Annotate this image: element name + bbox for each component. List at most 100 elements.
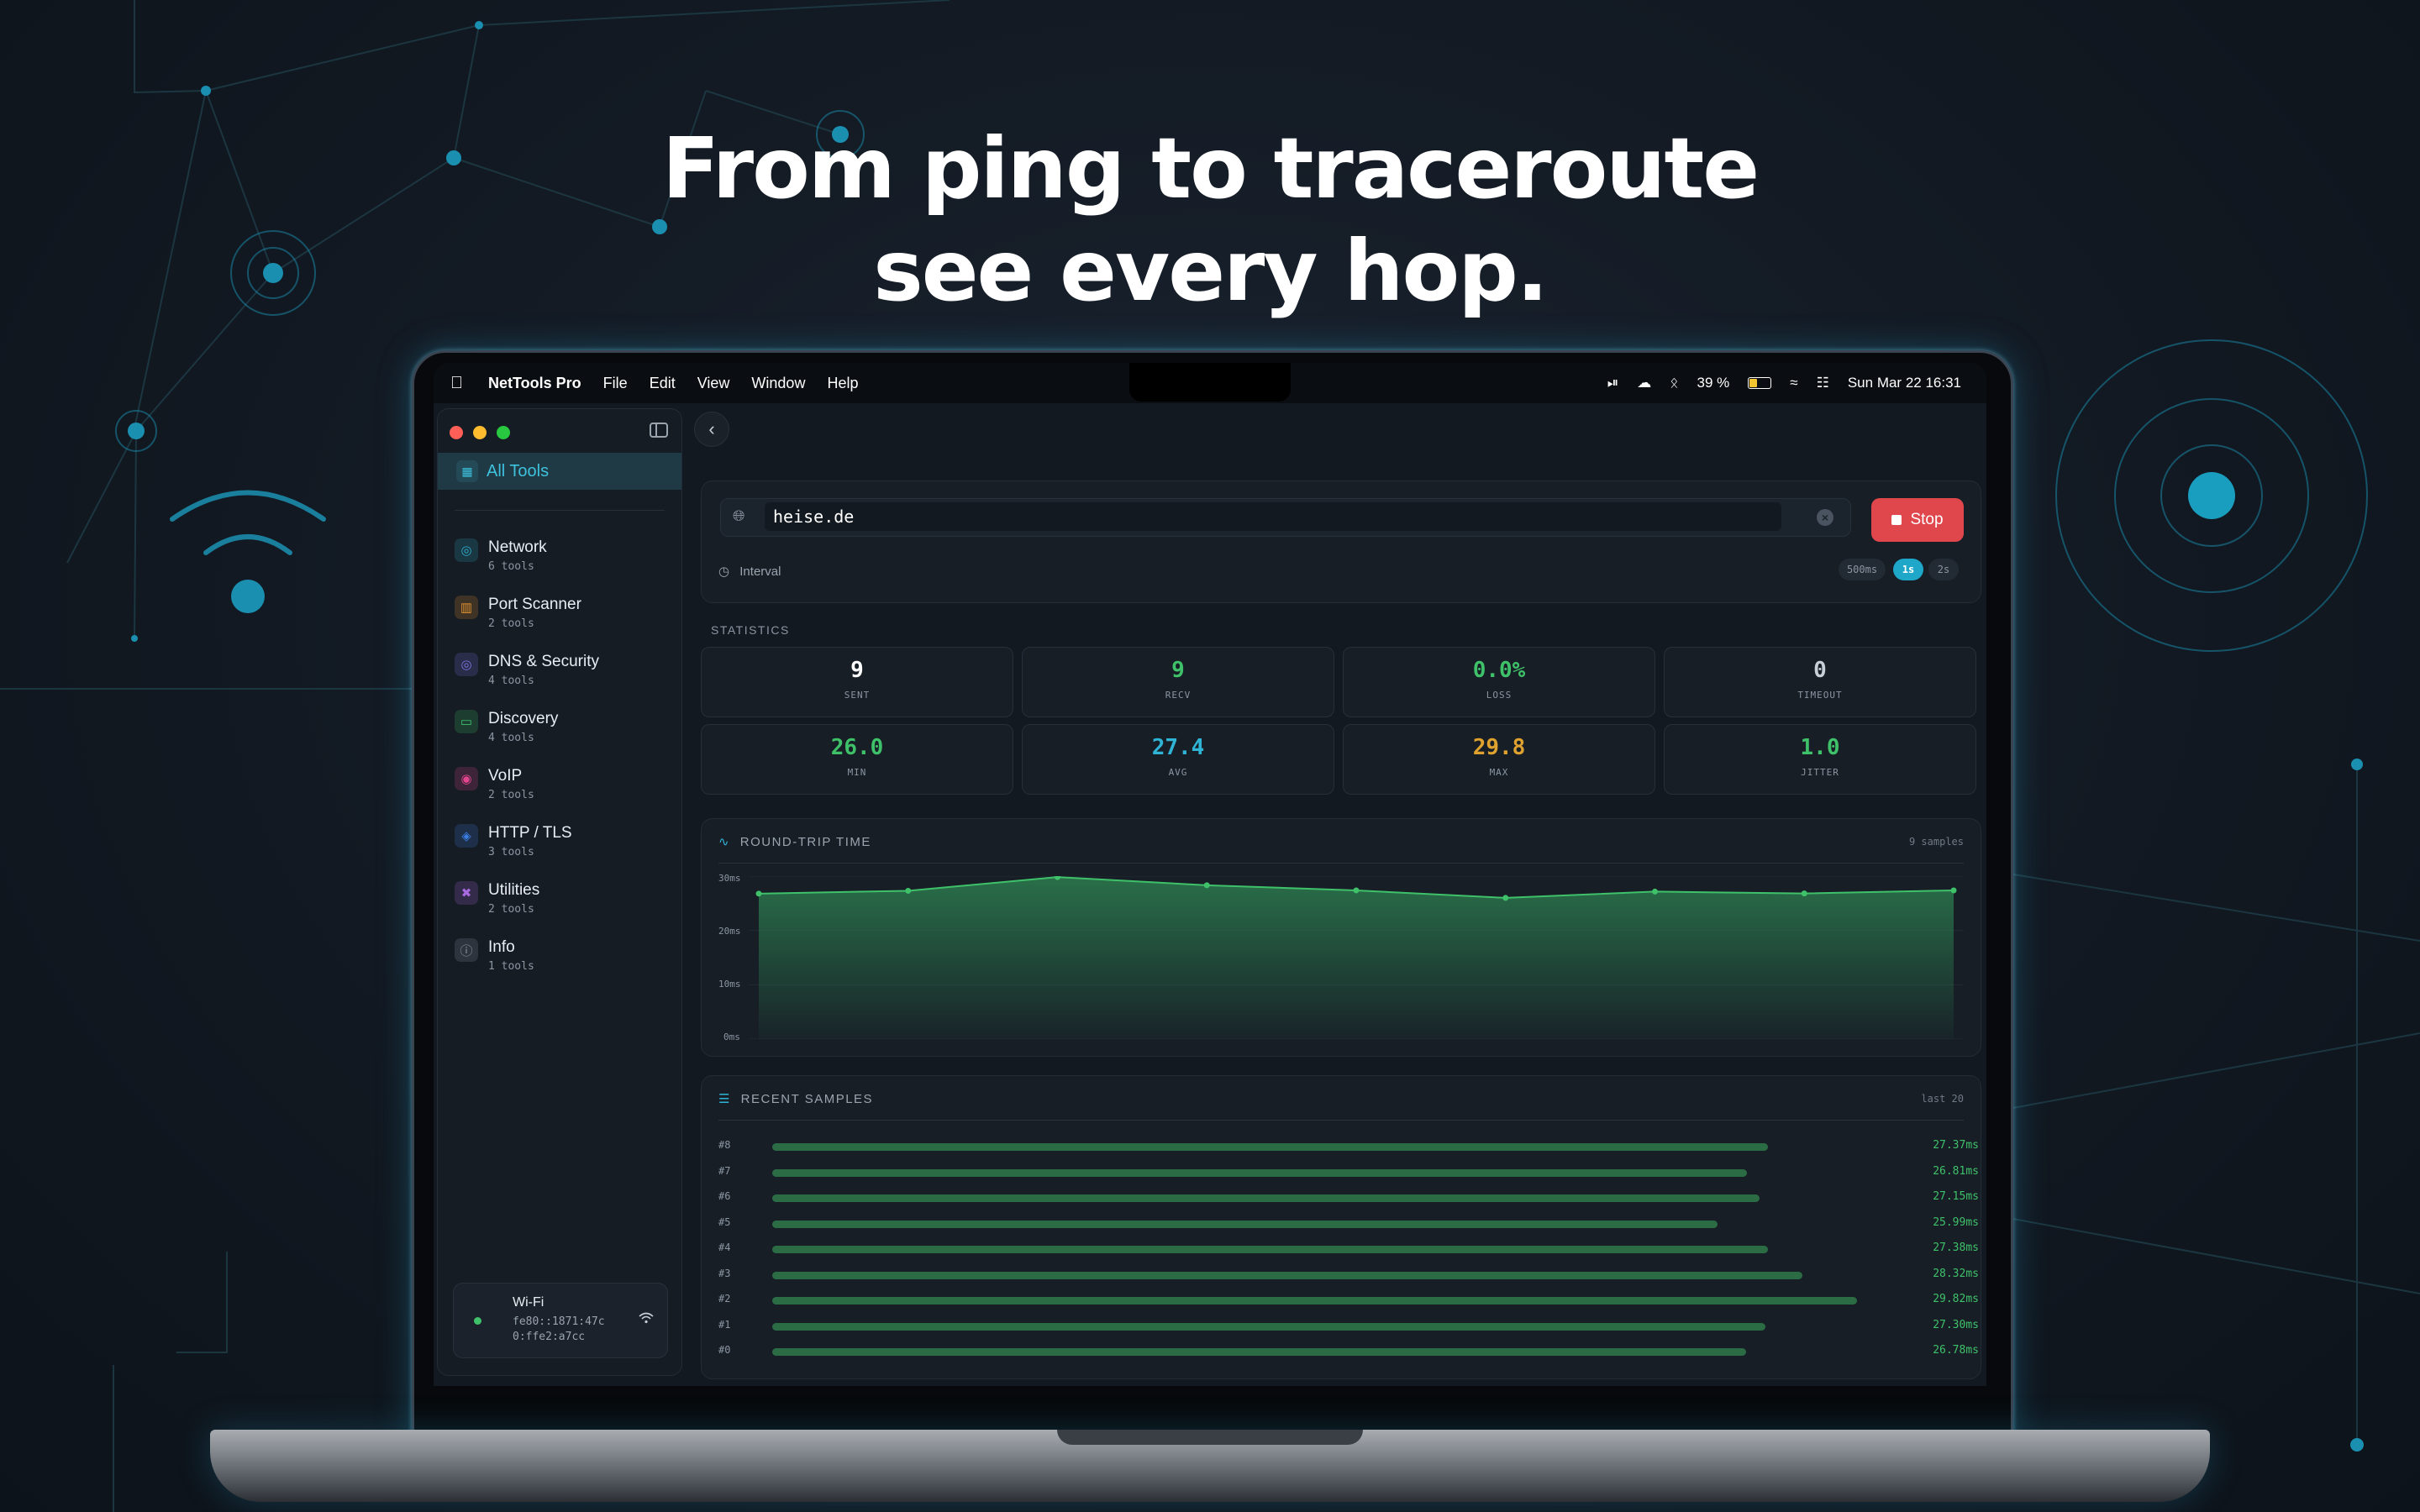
menu-edit[interactable]: Edit	[650, 375, 676, 392]
sidebar-item-utilities[interactable]: ✖ Utilities 2 tools	[455, 878, 665, 925]
sample-latency: 26.81ms	[1933, 1164, 1979, 1178]
host-input[interactable]: heise.de	[765, 502, 1781, 531]
stat-value: 9	[850, 658, 864, 683]
sample-bar	[772, 1168, 1748, 1177]
sidebar-item-all-tools[interactable]: ▦ All Tools	[438, 453, 681, 490]
stat-value: 1.0	[1800, 735, 1840, 760]
wifi-icon	[639, 1312, 654, 1328]
rtt-point	[1353, 887, 1360, 894]
y-tick-20: 20ms	[718, 926, 741, 937]
control-center-icon[interactable]: ☷	[1817, 375, 1829, 391]
sample-bar-track	[772, 1220, 1881, 1228]
stat-card-loss: 0.0% LOSS	[1343, 647, 1655, 717]
menu-help[interactable]: Help	[827, 375, 858, 392]
recent-samples-panel: ☰ RECENT SAMPLES last 20 #8 27.37ms #7 26.8…	[701, 1075, 1981, 1379]
sample-index: #0	[718, 1344, 731, 1356]
sidebar-toggle-icon[interactable]	[650, 423, 668, 438]
shield-icon: ◈	[455, 824, 478, 848]
battery-percent[interactable]: 39 %	[1697, 375, 1730, 391]
menu-view[interactable]: View	[697, 375, 730, 392]
wifi-status-card[interactable]: Wi-Fi fe80::1871:47c 0:ffe2:a7cc	[453, 1283, 668, 1358]
rtt-sample-count: 9 samples	[1908, 836, 1964, 848]
sidebar-item-info[interactable]: ⓘ Info 1 tools	[455, 935, 665, 982]
sidebar-item-discovery[interactable]: ▭ Discovery 4 tools	[455, 706, 665, 753]
y-tick-0: 0ms	[723, 1032, 740, 1042]
sidebar-item-port-scanner[interactable]: ▥ Port Scanner 2 tools	[455, 592, 665, 639]
monitor-icon: ▭	[455, 710, 478, 733]
rtt-chart	[749, 876, 1964, 1039]
screen-record-icon[interactable]: ⏯	[1607, 375, 1619, 391]
sample-bar-track	[772, 1322, 1881, 1331]
sample-latency: 27.38ms	[1933, 1242, 1979, 1254]
bluetooth-icon[interactable]: ᛟ	[1670, 375, 1678, 391]
sidebar-item-voip[interactable]: ◉ VoIP 2 tools	[455, 764, 665, 811]
interval-row: ◷ Interval	[718, 564, 781, 579]
stat-card-sent: 9 SENT	[701, 647, 1013, 717]
stop-button-label: Stop	[1910, 511, 1944, 528]
battery-icon[interactable]	[1748, 377, 1772, 389]
sample-latency: 25.99ms	[1933, 1215, 1979, 1229]
sidebar-item-count: 1 tools	[488, 960, 534, 973]
sidebar-item-network[interactable]: ◎ Network 6 tools	[455, 535, 665, 582]
sidebar-item-http-tls[interactable]: ◈ HTTP / TLS 3 tools	[455, 821, 665, 868]
sample-row: #0 26.78ms	[718, 1338, 1979, 1363]
tools-icon: ✖	[455, 881, 478, 905]
sidebar-item-label: All Tools	[487, 461, 550, 480]
camera-notch	[1129, 363, 1291, 402]
samples-meta: last 20	[1921, 1093, 1964, 1105]
headline-line-1: From ping to traceroute	[661, 119, 1760, 218]
rtt-point	[1502, 895, 1509, 901]
stat-value: 26.0	[830, 735, 884, 760]
stat-card-timeout: 0 TIMEOUT	[1664, 647, 1976, 717]
stat-value: 27.4	[1151, 735, 1205, 760]
sample-bar-track	[772, 1297, 1881, 1305]
interval-option-500ms[interactable]: 500ms	[1839, 559, 1886, 580]
menu-window[interactable]: Window	[751, 375, 805, 392]
rtt-point	[1203, 882, 1210, 889]
sample-index: #8	[718, 1139, 731, 1151]
sample-bar-track	[772, 1348, 1881, 1356]
menu-app-name[interactable]: NetTools Pro	[488, 375, 581, 392]
activity-icon: ∿	[718, 835, 731, 849]
stat-card-max: 29.8 MAX	[1343, 724, 1655, 795]
back-button[interactable]: ‹	[694, 412, 729, 447]
weather-icon[interactable]: ☁	[1637, 375, 1651, 391]
sidebar-item-label: Utilities	[488, 881, 540, 899]
sample-index: #6	[718, 1190, 731, 1202]
sidebar: ▦ All Tools ◎ Network 6 tools ▥ Port Scanner…	[437, 408, 682, 1376]
sample-bar	[772, 1297, 1857, 1305]
stop-button[interactable]: Stop	[1871, 498, 1964, 542]
apple-icon[interactable]: 	[450, 374, 463, 393]
sample-bar	[772, 1348, 1746, 1356]
sample-row: #1 27.30ms	[718, 1313, 1979, 1338]
menu-file[interactable]: File	[603, 375, 628, 392]
clear-input-icon[interactable]: ×	[1817, 509, 1833, 526]
window-minimize-button[interactable]	[473, 426, 487, 439]
sample-index: #1	[718, 1318, 731, 1331]
connection-status-dot	[474, 1317, 481, 1325]
sample-latency: 27.15ms	[1933, 1190, 1979, 1203]
sidebar-item-label: HTTP / TLS	[488, 824, 572, 842]
sidebar-item-count: 6 tools	[488, 560, 534, 573]
samples-divider	[718, 1120, 1964, 1121]
wifi-status-icon[interactable]: ≈	[1790, 375, 1797, 391]
sample-bar	[772, 1322, 1765, 1331]
rtt-divider	[718, 863, 1964, 864]
interval-option-2s[interactable]: 2s	[1928, 559, 1959, 580]
sample-row: #2 29.82ms	[718, 1287, 1979, 1312]
sample-bar-track	[772, 1246, 1881, 1253]
rtt-title-text: ROUND-TRIP TIME	[739, 835, 871, 849]
rtt-title: ∿ ROUND-TRIP TIME	[718, 834, 871, 849]
clock[interactable]: Sun Mar 22 16:31	[1848, 375, 1961, 391]
sidebar-item-dns-security[interactable]: ◎ DNS & Security 4 tools	[455, 649, 665, 696]
sample-latency: 28.32ms	[1933, 1267, 1979, 1280]
sample-bar	[772, 1194, 1760, 1202]
stat-label: SENT	[844, 690, 871, 701]
window-close-button[interactable]	[450, 426, 463, 439]
window-zoom-button[interactable]	[497, 426, 510, 439]
sidebar-item-label: Network	[488, 538, 547, 556]
sample-bar-track	[772, 1271, 1881, 1279]
dns-globe-icon: ◎	[455, 653, 478, 676]
sample-row: #3 28.32ms	[718, 1262, 1979, 1287]
interval-option-1s[interactable]: 1s	[1893, 559, 1923, 580]
